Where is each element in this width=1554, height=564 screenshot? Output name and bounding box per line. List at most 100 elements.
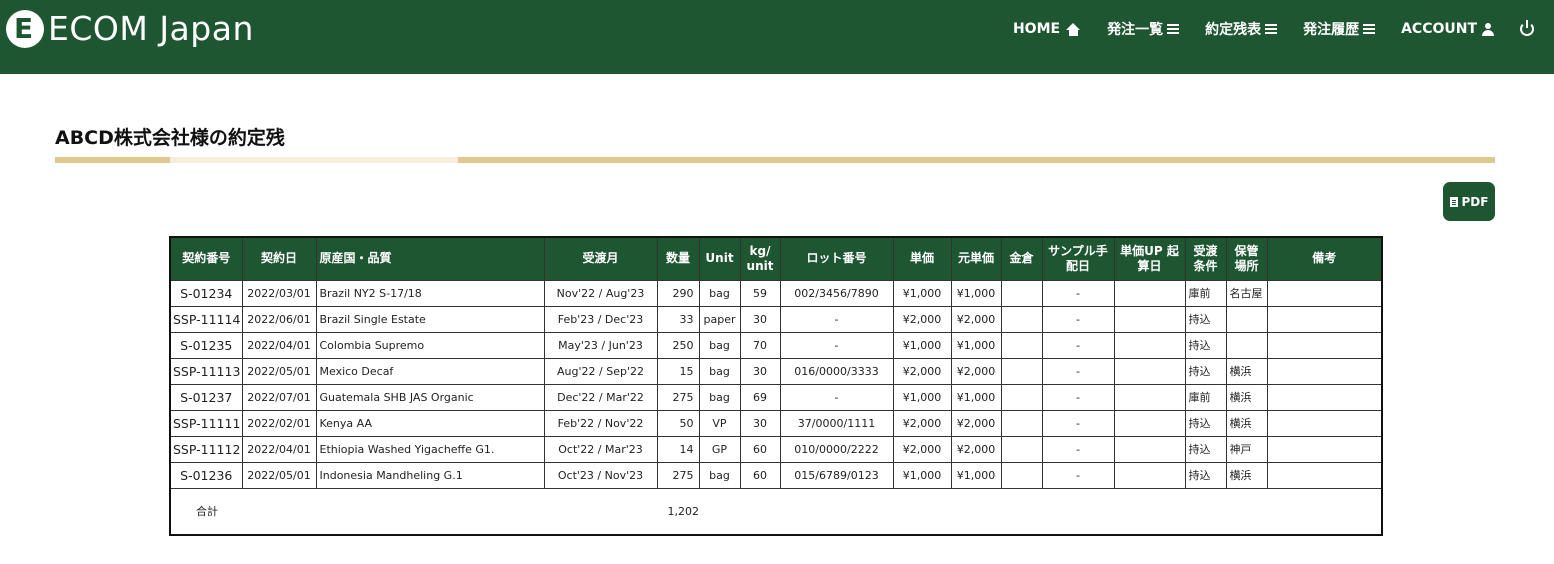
origin-quality-cell: Brazil NY2 S-17/18 (315, 279, 545, 307)
nav-order-history-label: 発注履歴 (1303, 22, 1360, 38)
origin-quality-cell: Indonesia Mandheling G.1 (315, 461, 545, 489)
nav-contract-balance[interactable]: 約定残表 (1205, 19, 1278, 39)
delivery-month-cell: Dec'22 / Mar'22 (543, 383, 658, 411)
total-quantity: 1,202 (657, 487, 699, 536)
column-header: 元単価 (950, 236, 1002, 281)
delivery-month-cell: Nov'22 / Aug'23 (543, 279, 658, 307)
contract-date-cell: 2022/03/01 (241, 279, 317, 307)
price-up-date-cell (1113, 279, 1186, 307)
warehouse-cell (1000, 383, 1043, 411)
unit-price-cell: ¥1,000 (892, 331, 952, 359)
table-row: SSP-11114 2022/06/01 Brazil Single Estate F… (169, 305, 1383, 333)
column-header: 単価UP 起算日 (1113, 236, 1186, 281)
lot-number-cell: - (779, 331, 894, 359)
warehouse-cell (1000, 357, 1043, 385)
column-header: 契約番号 (169, 236, 243, 281)
column-header: kg/ unit (739, 236, 781, 281)
origin-quality-cell: Guatemala SHB JAS Organic (315, 383, 545, 411)
unit-price-cell: ¥1,000 (892, 279, 952, 307)
quantity-cell: 275 (656, 383, 700, 411)
contract-number-cell: S-01237 (169, 383, 243, 411)
storage-location-cell (1225, 305, 1268, 333)
remarks-cell (1266, 461, 1383, 489)
contract-number-cell: SSP-11114 (169, 305, 243, 333)
quantity-cell: 15 (656, 357, 700, 385)
lot-number-cell: - (779, 305, 894, 333)
nav-home[interactable]: HOME (1013, 21, 1081, 37)
storage-location-cell: 名古屋 (1225, 279, 1268, 307)
column-header: 受渡 条件 (1184, 236, 1227, 281)
kg-per-unit-cell: 30 (739, 409, 781, 437)
sample-date-cell: - (1041, 435, 1115, 463)
kg-per-unit-cell: 59 (739, 279, 781, 307)
delivery-terms-cell: 持込 (1184, 435, 1227, 463)
original-unit-price-cell: ¥1,000 (950, 331, 1002, 359)
nav-order-list[interactable]: 発注一覧 (1107, 19, 1180, 39)
column-header: 単価 (892, 236, 952, 281)
delivery-month-cell: Oct'23 / Nov'23 (543, 461, 658, 489)
sample-date-cell: - (1041, 331, 1115, 359)
delivery-month-cell: Feb'22 / Nov'22 (543, 409, 658, 437)
original-unit-price-cell: ¥1,000 (950, 279, 1002, 307)
logout-button[interactable] (1520, 20, 1534, 36)
origin-quality-cell: Mexico Decaf (315, 357, 545, 385)
quantity-cell: 14 (656, 435, 700, 463)
remarks-cell (1266, 409, 1383, 437)
nav-contract-balance-label: 約定残表 (1205, 22, 1262, 38)
column-header: 受渡月 (543, 236, 658, 281)
column-header: 数量 (656, 236, 700, 281)
delivery-terms-cell: 持込 (1184, 331, 1227, 359)
unit-cell: paper (698, 305, 741, 333)
nav-order-list-label: 発注一覧 (1107, 22, 1164, 38)
origin-quality-cell: Brazil Single Estate (315, 305, 545, 333)
original-unit-price-cell: ¥2,000 (950, 435, 1002, 463)
total-row: 合計 1,202 (169, 487, 1383, 536)
contract-date-cell: 2022/07/01 (241, 383, 317, 411)
unit-price-cell: ¥2,000 (892, 409, 952, 437)
delivery-terms-cell: 庫前 (1184, 383, 1227, 411)
contract-number-cell: SSP-11113 (169, 357, 243, 385)
lot-number-cell: 37/0000/1111 (779, 409, 894, 437)
unit-cell: bag (698, 383, 741, 411)
nav-order-history[interactable]: 発注履歴 (1303, 19, 1376, 39)
table-header-row: 契約番号 契約日 原産国・品質 受渡月 数量 Unit kg/ unit ロット… (169, 236, 1383, 281)
user-icon (1482, 22, 1494, 36)
table-row: SSP-11112 2022/04/01 Ethiopia Washed Yigac… (169, 435, 1383, 463)
kg-per-unit-cell: 60 (739, 461, 781, 489)
warehouse-cell (1000, 305, 1043, 333)
contract-date-cell: 2022/04/01 (241, 435, 317, 463)
delivery-terms-cell: 持込 (1184, 409, 1227, 437)
delivery-month-cell: Feb'23 / Dec'23 (543, 305, 658, 333)
logo[interactable]: E ECOM Japan (6, 10, 254, 48)
storage-location-cell (1225, 331, 1268, 359)
original-unit-price-cell: ¥1,000 (950, 383, 1002, 411)
kg-per-unit-cell: 30 (739, 305, 781, 333)
sample-date-cell: - (1041, 357, 1115, 385)
lot-number-cell: - (779, 383, 894, 411)
price-up-date-cell (1113, 305, 1186, 333)
remarks-cell (1266, 279, 1383, 307)
price-up-date-cell (1113, 357, 1186, 385)
pdf-file-icon (1449, 196, 1458, 207)
quantity-cell: 290 (656, 279, 700, 307)
quantity-cell: 250 (656, 331, 700, 359)
origin-quality-cell: Colombia Supremo (315, 331, 545, 359)
unit-cell: bag (698, 279, 741, 307)
globe-logo-icon: E (6, 10, 44, 48)
lot-number-cell: 015/6789/0123 (779, 461, 894, 489)
warehouse-cell (1000, 279, 1043, 307)
table-row: S-01234 2022/03/01 Brazil NY2 S-17/18 Nov'2… (169, 279, 1383, 307)
contract-number-cell: SSP-11111 (169, 409, 243, 437)
home-icon (1066, 22, 1081, 36)
nav-home-label: HOME (1012, 21, 1061, 37)
contract-date-cell: 2022/02/01 (241, 409, 317, 437)
nav-account[interactable]: ACCOUNT (1401, 21, 1494, 37)
sample-date-cell: - (1041, 461, 1115, 489)
column-header: 備考 (1266, 236, 1383, 281)
remarks-cell (1266, 357, 1383, 385)
contract-date-cell: 2022/05/01 (241, 357, 317, 385)
delivery-terms-cell: 持込 (1184, 305, 1227, 333)
origin-quality-cell: Ethiopia Washed Yigacheffe G1. (315, 435, 545, 463)
original-unit-price-cell: ¥2,000 (950, 409, 1002, 437)
pdf-button[interactable]: PDF (1443, 182, 1495, 221)
